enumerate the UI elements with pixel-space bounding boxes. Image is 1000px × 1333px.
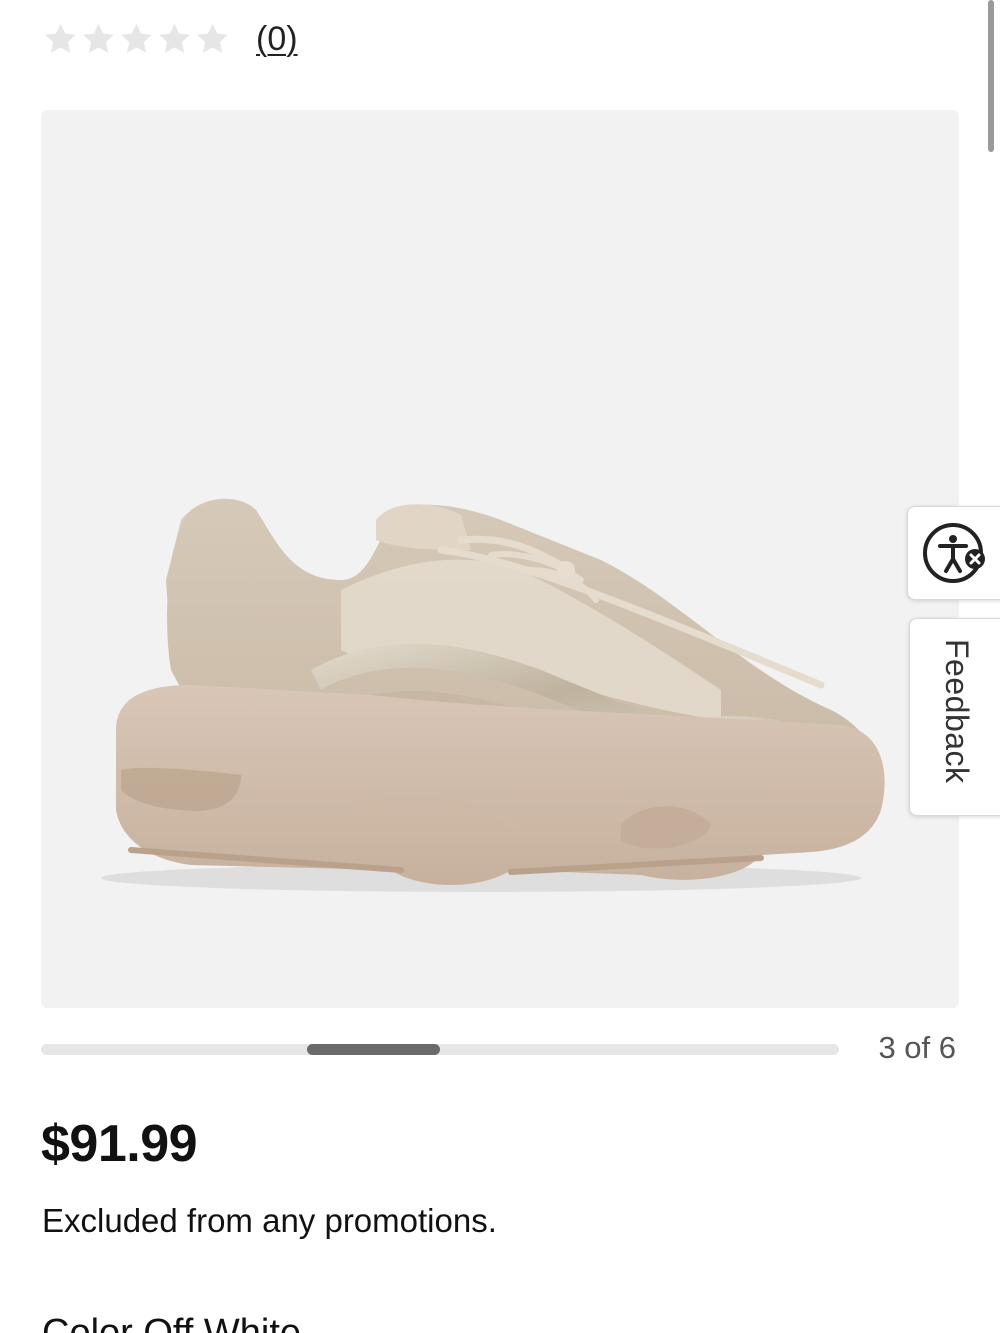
- star-icon: [80, 21, 117, 57]
- accessibility-widget-button[interactable]: [907, 506, 1000, 600]
- star-icon: [118, 21, 155, 57]
- feedback-tab-button[interactable]: Feedback: [909, 618, 1000, 816]
- star-icon: [42, 21, 79, 57]
- review-count-link[interactable]: (0): [256, 20, 298, 59]
- product-image[interactable]: [41, 110, 959, 1008]
- star-icon: [194, 21, 231, 57]
- promotion-exclusion-note: Excluded from any promotions.: [42, 1202, 497, 1239]
- rating-row: (0): [42, 14, 298, 64]
- carousel-progress-track[interactable]: [41, 1044, 839, 1055]
- product-price: $91.99: [41, 1115, 198, 1173]
- accessibility-person-icon: [923, 523, 985, 583]
- color-label: Color Off White: [42, 1312, 302, 1333]
- page-scrollbar[interactable]: [988, 0, 994, 152]
- product-detail-page: (0) Feedback 3 of 6 $91.99 Excluded from…: [0, 0, 1000, 1333]
- carousel-counter: 3 of 6: [878, 1030, 956, 1065]
- carousel-progress-thumb[interactable]: [307, 1044, 440, 1055]
- star-rating: [42, 21, 232, 57]
- feedback-label: Feedback: [939, 639, 975, 784]
- sneaker-illustration: [101, 498, 885, 892]
- star-icon: [156, 21, 193, 57]
